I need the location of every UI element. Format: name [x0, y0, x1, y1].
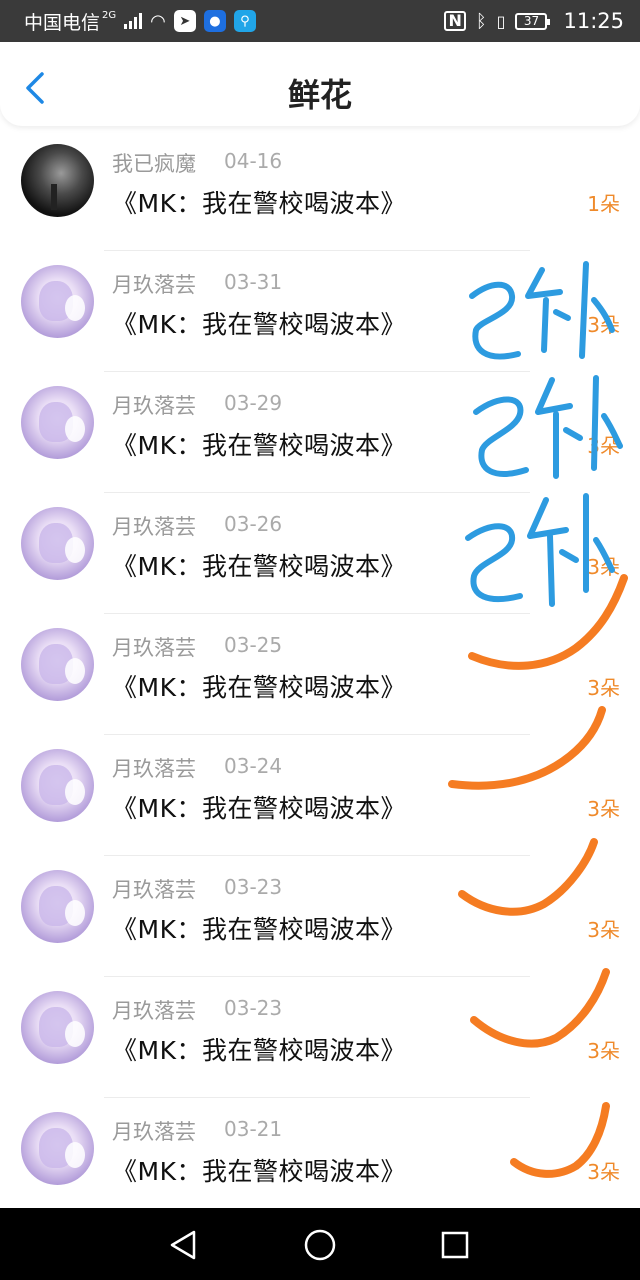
battery-icon: 37 [515, 12, 551, 30]
list-item[interactable]: 月玖落芸 03-24 《MK：我在警校喝波本》 3朵 [0, 735, 640, 856]
flower-count: 1朵 [587, 192, 620, 216]
list-item[interactable]: 月玖落芸 03-23 《MK：我在警校喝波本》 3朵 [0, 856, 640, 977]
gift-date: 03-21 [224, 1117, 283, 1141]
flower-count: 3朵 [587, 1160, 620, 1184]
avatar[interactable] [21, 628, 94, 701]
sender-name: 月玖落芸 [112, 394, 196, 418]
sender-name: 月玖落芸 [112, 273, 196, 297]
book-title: 《MK：我在警校喝波本》 [112, 552, 406, 581]
sender-name: 月玖落芸 [112, 999, 196, 1023]
signal-icon [124, 13, 143, 29]
book-title: 《MK：我在警校喝波本》 [112, 673, 406, 702]
list-item[interactable]: 月玖落芸 03-26 《MK：我在警校喝波本》 3朵 [0, 493, 640, 614]
avatar[interactable] [21, 144, 94, 217]
book-title: 《MK：我在警校喝波本》 [112, 915, 406, 944]
carrier-label: 中国电信 [24, 11, 101, 34]
clock-label: 11:25 [563, 9, 624, 33]
avatar[interactable] [21, 1112, 94, 1185]
list-item[interactable]: 我已疯魔 04-16 《MK：我在警校喝波本》 1朵 [0, 130, 640, 251]
arrow-app-icon: ➤ [173, 10, 196, 32]
gift-date: 03-26 [224, 512, 283, 536]
avatar[interactable] [21, 507, 94, 580]
gift-date: 03-29 [224, 391, 283, 415]
book-title: 《MK：我在警校喝波本》 [112, 1036, 406, 1065]
list-item[interactable]: 月玖落芸 03-29 《MK：我在警校喝波本》 3朵 [0, 372, 640, 493]
avatar[interactable] [21, 991, 94, 1064]
wifi-icon: ◠ [150, 10, 166, 32]
page-title: 鲜花 [287, 76, 352, 114]
list-item[interactable]: 月玖落芸 03-23 《MK：我在警校喝波本》 3朵 [0, 977, 640, 1098]
sender-name: 月玖落芸 [112, 1120, 196, 1144]
avatar[interactable] [21, 870, 94, 943]
gift-date: 04-16 [224, 149, 283, 173]
flower-count: 3朵 [587, 555, 620, 579]
flower-count: 3朵 [587, 313, 620, 337]
list-item[interactable]: 月玖落芸 03-25 《MK：我在警校喝波本》 3朵 [0, 614, 640, 735]
search-app-icon: ⚲ [233, 10, 256, 32]
avatar[interactable] [21, 386, 94, 459]
gift-date: 03-31 [224, 270, 283, 294]
gift-date: 03-23 [224, 996, 283, 1020]
gift-date: 03-23 [224, 875, 283, 899]
list-item[interactable]: 月玖落芸 03-31 《MK：我在警校喝波本》 3朵 [0, 251, 640, 372]
flower-count: 3朵 [587, 1039, 620, 1063]
nfc-icon: N [444, 11, 466, 31]
top-app-bar: 鲜花 [0, 42, 640, 126]
system-navigation-bar [0, 1208, 640, 1280]
book-title: 《MK：我在警校喝波本》 [112, 794, 406, 823]
book-title: 《MK：我在警校喝波本》 [112, 189, 406, 218]
sender-name: 月玖落芸 [112, 757, 196, 781]
sender-name: 月玖落芸 [112, 878, 196, 902]
flower-count: 3朵 [587, 797, 620, 821]
vibrate-icon: ▯ [496, 11, 506, 31]
flower-count: 3朵 [587, 676, 620, 700]
back-triangle-icon[interactable] [166, 1228, 200, 1262]
gift-date: 03-24 [224, 754, 283, 778]
sender-name: 月玖落芸 [112, 636, 196, 660]
sender-name: 月玖落芸 [112, 515, 196, 539]
book-title: 《MK：我在警校喝波本》 [112, 431, 406, 460]
avatar[interactable] [21, 265, 94, 338]
recents-square-icon[interactable] [438, 1228, 472, 1262]
gift-date: 03-25 [224, 633, 283, 657]
flower-record-list: 我已疯魔 04-16 《MK：我在警校喝波本》 1朵 月玖落芸 03-31 《M… [0, 130, 640, 1219]
avatar[interactable] [21, 749, 94, 822]
status-bar: 中国电信 2G ◠ ➤ ● ⚲ N ᛒ ▯ 37 11:25 [0, 0, 640, 42]
sender-name: 我已疯魔 [112, 152, 196, 176]
flower-count: 3朵 [587, 434, 620, 458]
bluetooth-icon: ᛒ [475, 10, 487, 32]
list-item[interactable]: 月玖落芸 03-21 《MK：我在警校喝波本》 3朵 [0, 1098, 640, 1219]
network-type-label: 2G [102, 9, 117, 21]
book-title: 《MK：我在警校喝波本》 [112, 310, 406, 339]
book-title: 《MK：我在警校喝波本》 [112, 1157, 406, 1186]
flower-count: 3朵 [587, 918, 620, 942]
home-circle-icon[interactable] [303, 1228, 337, 1262]
bulb-app-icon: ● [203, 10, 226, 32]
